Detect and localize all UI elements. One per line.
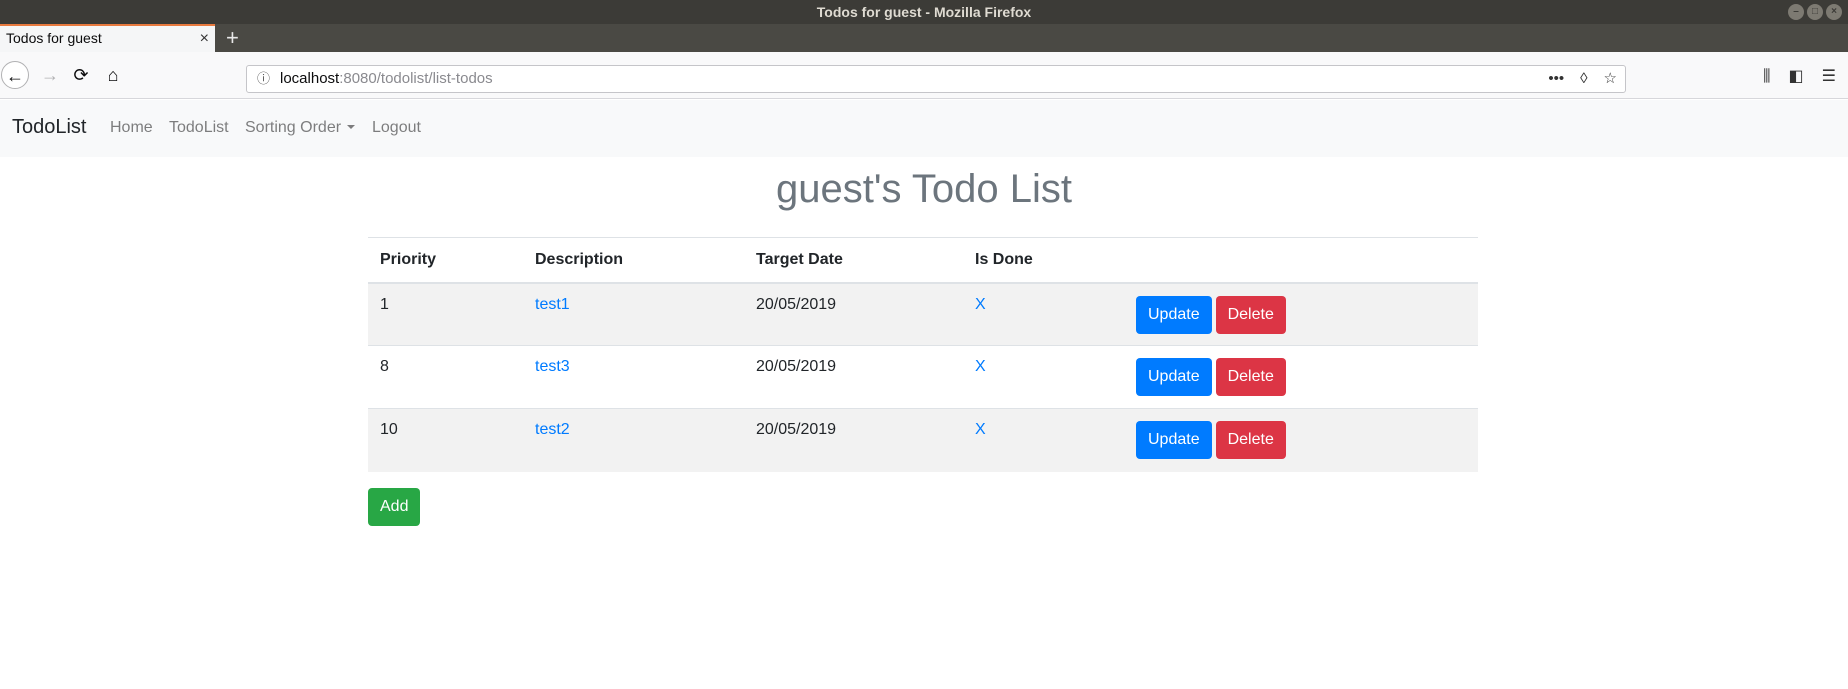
delete-button[interactable]: Delete (1215, 421, 1286, 459)
cell-target-date: 20/05/2019 (744, 408, 963, 472)
pocket-icon[interactable]: ◊ (1580, 66, 1587, 92)
description-link[interactable]: test1 (535, 296, 570, 313)
is-done-link[interactable]: X (975, 421, 986, 438)
nav-sorting-order[interactable]: Sorting Order (245, 119, 356, 137)
menu-icon[interactable]: ☰ (1822, 65, 1836, 89)
nav-home[interactable]: Home (110, 119, 153, 137)
close-window-icon[interactable]: × (1826, 4, 1842, 20)
dropdown-caret-icon (347, 125, 356, 129)
close-tab-icon[interactable]: × (200, 26, 209, 51)
page-title: guest's Todo List (776, 167, 1072, 211)
page-content: TodoList Home TodoList Sorting Order Log… (0, 100, 1848, 689)
new-tab-icon[interactable]: + (226, 24, 239, 52)
table-header-row: Priority Description Target Date Is Done (368, 237, 1478, 284)
reload-icon[interactable]: ⟳ (67, 61, 95, 89)
cell-priority: 1 (368, 282, 523, 346)
header-is-done: Is Done (963, 237, 1124, 284)
url-text[interactable]: localhost:8080/todolist/list-todos (280, 66, 493, 92)
nav-todolist[interactable]: TodoList (169, 119, 229, 137)
description-link[interactable]: test2 (535, 421, 570, 438)
url-path: :8080/todolist/list-todos (339, 70, 493, 87)
table-row: 8 test3 20/05/2019 X Update Delete (368, 345, 1478, 409)
sidebar-icon[interactable]: ◧ (1789, 65, 1804, 89)
nav-sorting-order-label: Sorting Order (245, 119, 342, 136)
add-button[interactable]: Add (368, 488, 421, 526)
cell-target-date: 20/05/2019 (744, 345, 963, 409)
update-button[interactable]: Update (1136, 295, 1212, 334)
toolbar-right: ⫼ ◧ ☰ (1763, 65, 1836, 89)
update-button[interactable]: Update (1136, 421, 1212, 459)
home-icon[interactable]: ⌂ (99, 61, 127, 89)
url-actions: ••• ◊ ☆ (1548, 66, 1617, 92)
todo-table: Priority Description Target Date Is Done… (368, 237, 1478, 472)
forward-icon[interactable]: → (36, 61, 64, 89)
header-description: Description (523, 237, 744, 284)
table-row: 1 test1 20/05/2019 X Update Delete (368, 282, 1478, 346)
delete-button[interactable]: Delete (1215, 295, 1286, 334)
url-host: localhost (280, 70, 340, 87)
tab-todos[interactable]: Todos for guest × (0, 24, 215, 52)
description-link[interactable]: test3 (535, 358, 570, 375)
page-actions-icon[interactable]: ••• (1548, 66, 1564, 92)
navbar-brand[interactable]: TodoList (12, 116, 87, 139)
cell-priority: 10 (368, 408, 523, 472)
update-button[interactable]: Update (1136, 358, 1212, 396)
header-priority: Priority (368, 237, 523, 284)
library-icon[interactable]: ⫼ (1763, 65, 1770, 89)
nav-logout[interactable]: Logout (372, 119, 421, 137)
browser-toolbar: ← → ⟳ ⌂ ⓘ localhost:8080/todolist/list-t… (0, 52, 1848, 99)
window-title-bar: Todos for guest - Mozilla Firefox – □ × (0, 0, 1848, 24)
site-info-icon[interactable]: ⓘ (257, 66, 270, 92)
table-row: 10 test2 20/05/2019 X Update Delete (368, 408, 1478, 472)
header-actions (1124, 237, 1478, 284)
cell-target-date: 20/05/2019 (744, 282, 963, 346)
maximize-icon[interactable]: □ (1807, 4, 1823, 20)
cell-priority: 8 (368, 345, 523, 409)
window-title: Todos for guest - Mozilla Firefox (816, 4, 1032, 20)
delete-button[interactable]: Delete (1215, 358, 1286, 396)
bookmark-star-icon[interactable]: ☆ (1604, 66, 1617, 92)
minimize-icon[interactable]: – (1788, 4, 1804, 20)
back-icon[interactable]: ← (1, 61, 29, 89)
window-controls: – □ × (1788, 4, 1842, 20)
url-bar[interactable]: ⓘ localhost:8080/todolist/list-todos •••… (246, 65, 1626, 93)
app-navbar: TodoList Home TodoList Sorting Order Log… (0, 100, 1848, 157)
is-done-link[interactable]: X (975, 358, 986, 375)
tab-strip: Todos for guest × + (0, 24, 1848, 52)
tab-label: Todos for guest (6, 30, 102, 46)
is-done-link[interactable]: X (975, 296, 986, 313)
header-target-date: Target Date (744, 237, 963, 284)
